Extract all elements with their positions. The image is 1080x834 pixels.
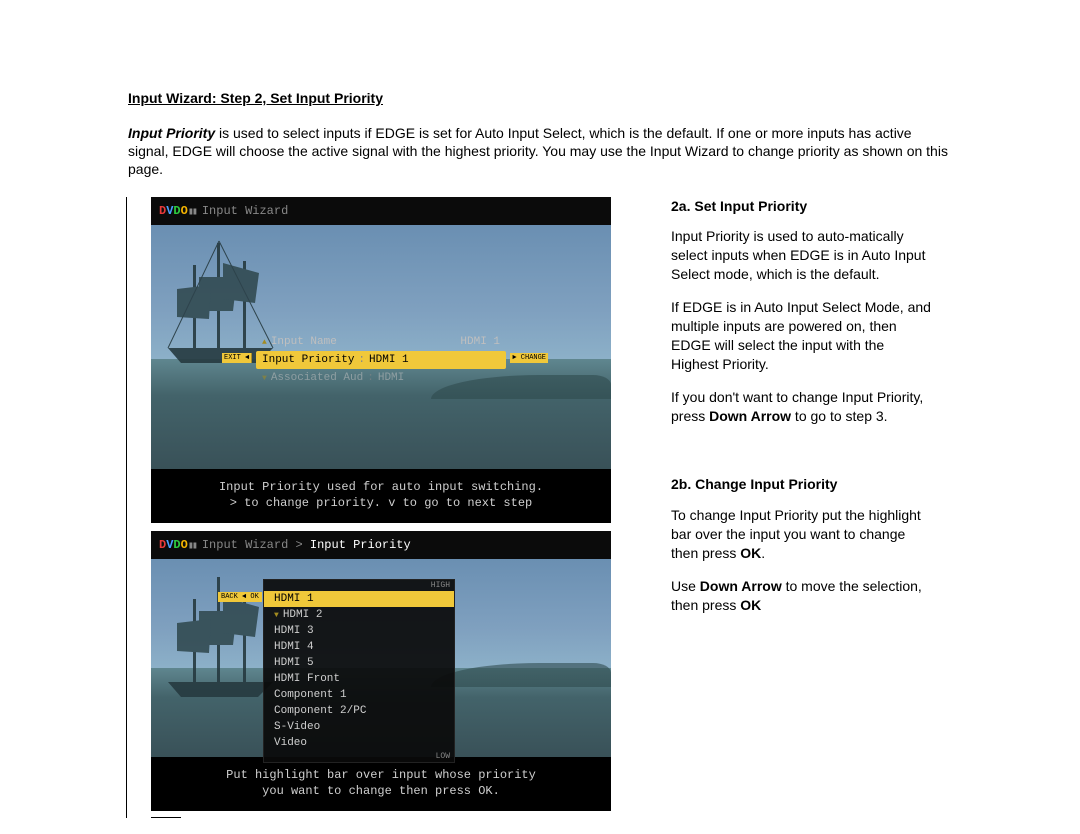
list-item-label: HDMI 2 [283,609,323,621]
breadcrumb: Input Wizard > Input Priority [202,538,411,552]
list-item-label: Component 1 [274,689,347,701]
menu-row-input-name: Input Name HDMI 1 [256,333,506,351]
arrow-up-icon [262,336,267,348]
list-item-label: Component 2/PC [274,705,366,717]
list-item[interactable]: Component 2/PC [264,703,454,719]
text: To change Input Priority put the highlig… [671,507,921,561]
screenshot-set-priority: DVDO▮▮ Input Wizard [151,197,611,523]
list-item[interactable]: HDMI 3 [264,623,454,639]
osd-titlebar-1: DVDO▮▮ Input Wizard [151,197,611,225]
list-item[interactable]: HDMI 2 [264,607,454,623]
label: Input Priority [262,354,354,366]
arrow-down-icon [274,612,279,620]
bottom-rule [151,817,181,818]
dvdo-logo: DVDO▮▮ [159,204,196,218]
label: Associated Aud [271,372,363,384]
list-header-high: HIGH [264,580,454,591]
caption-line: Put highlight bar over input whose prior… [157,767,605,783]
explanations-column: 2a. Set Input Priority Input Priority is… [671,197,931,819]
screenshot-change-priority: DVDO▮▮ Input Wizard > Input Priority [151,531,611,811]
section-2b-p2: Use Down Arrow to move the selection, th… [671,577,931,615]
exit-hint: EXIT ◄ [222,353,252,363]
bold-keyword: OK [740,597,761,613]
menu-row-associated-audio: Associated Aud : HDMI [256,369,506,387]
intro-lead: Input Priority [128,125,215,141]
intro-paragraph: Input Priority is used to select inputs … [128,124,952,179]
section-2a-p3: If you don't want to change Input Priori… [671,388,931,426]
text: to go to step 3. [791,408,888,424]
list-item[interactable]: S-Video [264,719,454,735]
list-item[interactable]: HDMI 5 [264,655,454,671]
page-number: 10 [0,792,1080,808]
screenshots-column: DVDO▮▮ Input Wizard [126,197,631,819]
chevron-right-icon: > [295,538,309,552]
bold-keyword: OK [740,545,761,561]
value: HDMI 1 [369,354,409,366]
menu-row-input-priority[interactable]: EXIT ◄ Input Priority : HDMI 1 ► CHANGE [256,351,506,369]
bold-keyword: Down Arrow [700,578,782,594]
osd-caption-1: Input Priority used for auto input switc… [151,469,611,523]
list-item[interactable]: HDMI Front [264,671,454,687]
osd-titlebar-2: DVDO▮▮ Input Wizard > Input Priority [151,531,611,559]
page-title: Input Wizard: Step 2, Set Input Priority [128,90,952,106]
list-footer-low: LOW [264,751,454,762]
dvdo-logo: DVDO▮▮ [159,538,196,552]
caption-line: Input Priority used for auto input switc… [157,479,605,495]
list-item-label: HDMI 3 [274,625,314,637]
value: HDMI 1 [460,336,500,348]
intro-rest: is used to select inputs if EDGE is set … [128,125,948,177]
list-item-label: S-Video [274,721,320,733]
label: Input Name [271,336,337,348]
section-2b-heading: 2b. Change Input Priority [671,475,931,494]
back-ok-hint: BACK ◄ OK [218,592,262,602]
list-item[interactable]: HDMI 4 [264,639,454,655]
value: HDMI [378,372,404,384]
section-2a-p1: Input Priority is used to auto-matically… [671,227,931,284]
osd-menu-rows: Input Name HDMI 1 EXIT ◄ Input Priority … [256,333,506,387]
text: Use [671,578,700,594]
section-2a-p2: If EDGE is in Auto Input Select Mode, an… [671,298,931,374]
section-2b-p1: To change Input Priority put the highlig… [671,506,931,563]
bold-keyword: Down Arrow [709,408,791,424]
text: . [761,545,765,561]
list-item-label: HDMI 1 [274,593,314,605]
list-item[interactable]: BACK ◄ OK HDMI 1 [264,591,454,607]
colon: : [358,354,365,366]
list-item[interactable]: Component 1 [264,687,454,703]
list-item-label: HDMI Front [274,673,340,685]
priority-listbox: HIGH BACK ◄ OK HDMI 1 HDMI 2 HDMI 3 HDMI… [263,579,455,763]
caption-line: > to change priority. v to go to next st… [157,495,605,511]
change-hint: ► CHANGE [510,353,548,363]
crumb-1: Input Wizard [202,538,288,552]
arrow-down-icon [262,372,267,384]
breadcrumb: Input Wizard [202,204,288,218]
crumb-2: Input Priority [310,538,411,552]
list-item[interactable]: Video [264,735,454,751]
list-item-label: HDMI 5 [274,657,314,669]
hill [431,663,611,687]
section-2a-heading: 2a. Set Input Priority [671,197,931,216]
list-item-label: Video [274,737,307,749]
list-item-label: HDMI 4 [274,641,314,653]
